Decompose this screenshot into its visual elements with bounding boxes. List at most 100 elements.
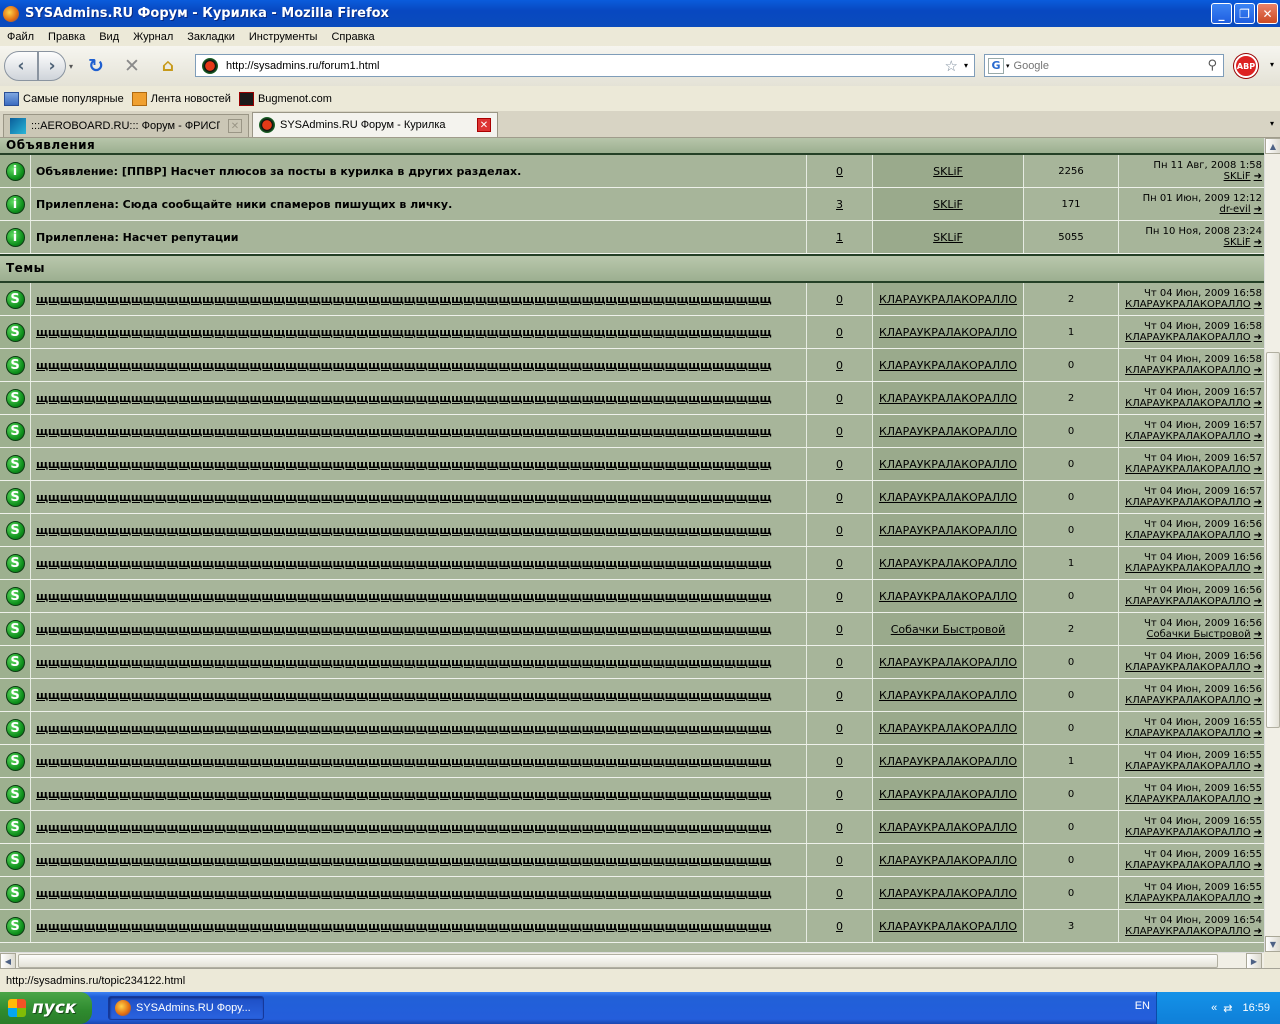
author-link[interactable]: Собачки Быстровой xyxy=(873,613,1024,645)
topic-title-link[interactable]: щщщщщщщщщщщщщщщщщщщщщщщщщщщщщщщщщщщщщщщщ… xyxy=(36,590,772,603)
go-to-post-icon[interactable]: ➜ xyxy=(1254,761,1262,772)
replies-count[interactable]: 0 xyxy=(807,778,873,810)
author-link[interactable]: КЛАРАУКРАЛАКОРАЛЛО xyxy=(873,580,1024,612)
author-link[interactable]: КЛАРАУКРАЛАКОРАЛЛО xyxy=(873,316,1024,348)
vertical-scrollbar[interactable]: ▲ ▼ xyxy=(1264,138,1280,952)
last-post-user[interactable]: КЛАРАУКРАЛАКОРАЛЛО xyxy=(1125,398,1251,409)
topic-title-link[interactable]: щщщщщщщщщщщщщщщщщщщщщщщщщщщщщщщщщщщщщщщщ… xyxy=(36,887,772,900)
last-post-user[interactable]: КЛАРАУКРАЛАКОРАЛЛО xyxy=(1125,497,1251,508)
last-post-user[interactable]: КЛАРАУКРАЛАКОРАЛЛО xyxy=(1125,563,1251,574)
replies-count[interactable]: 0 xyxy=(807,155,873,187)
replies-count[interactable]: 0 xyxy=(807,580,873,612)
vertical-scroll-thumb[interactable] xyxy=(1266,352,1280,728)
replies-count[interactable]: 0 xyxy=(807,910,873,942)
replies-count[interactable]: 0 xyxy=(807,481,873,513)
topic-title-link[interactable]: Прилеплена: Сюда сообщайте ники спамеров… xyxy=(36,198,452,211)
topic-title-link[interactable]: щщщщщщщщщщщщщщщщщщщщщщщщщщщщщщщщщщщщщщщщ… xyxy=(36,788,772,801)
author-link[interactable]: КЛАРАУКРАЛАКОРАЛЛО xyxy=(873,382,1024,414)
last-post-user[interactable]: КЛАРАУКРАЛАКОРАЛЛО xyxy=(1125,926,1251,937)
last-post-user[interactable]: КЛАРАУКРАЛАКОРАЛЛО xyxy=(1125,827,1251,838)
author-link[interactable]: КЛАРАУКРАЛАКОРАЛЛО xyxy=(873,514,1024,546)
author-link[interactable]: КЛАРАУКРАЛАКОРАЛЛО xyxy=(873,448,1024,480)
topic-title-link[interactable]: щщщщщщщщщщщщщщщщщщщщщщщщщщщщщщщщщщщщщщщщ… xyxy=(36,557,772,570)
replies-count[interactable]: 1 xyxy=(807,221,873,253)
menu-history[interactable]: Журнал xyxy=(126,31,180,43)
url-bar[interactable]: ☆ ▾ xyxy=(195,54,975,77)
author-link[interactable]: КЛАРАУКРАЛАКОРАЛЛО xyxy=(873,481,1024,513)
back-button[interactable]: ‹ xyxy=(4,51,38,81)
topic-title-link[interactable]: щщщщщщщщщщщщщщщщщщщщщщщщщщщщщщщщщщщщщщщщ… xyxy=(36,656,772,669)
menu-view[interactable]: Вид xyxy=(92,31,126,43)
stop-icon[interactable]: ✕ xyxy=(119,53,145,79)
go-to-post-icon[interactable]: ➜ xyxy=(1254,497,1262,508)
last-post-user[interactable]: КЛАРАУКРАЛАКОРАЛЛО xyxy=(1125,596,1251,607)
go-to-post-icon[interactable]: ➜ xyxy=(1254,695,1262,706)
close-tab-icon[interactable]: ✕ xyxy=(477,118,491,132)
go-to-post-icon[interactable]: ➜ xyxy=(1254,794,1262,805)
replies-count[interactable]: 3 xyxy=(807,188,873,220)
author-link[interactable]: КЛАРАУКРАЛАКОРАЛЛО xyxy=(873,844,1024,876)
list-all-tabs-icon[interactable]: ▾ xyxy=(1270,119,1274,128)
author-link[interactable]: КЛАРАУКРАЛАКОРАЛЛО xyxy=(873,349,1024,381)
replies-count[interactable]: 0 xyxy=(807,448,873,480)
tab-sysadmins[interactable]: SYSAdmins.RU Форум - Курилка ✕ xyxy=(252,112,498,137)
go-to-post-icon[interactable]: ➜ xyxy=(1254,860,1262,871)
replies-count[interactable]: 0 xyxy=(807,712,873,744)
menu-bookmarks[interactable]: Закладки xyxy=(180,31,242,43)
replies-count[interactable]: 0 xyxy=(807,547,873,579)
last-post-user[interactable]: КЛАРАУКРАЛАКОРАЛЛО xyxy=(1125,332,1251,343)
taskbar-item-firefox[interactable]: SYSAdmins.RU Фору... xyxy=(108,996,264,1020)
topic-title-link[interactable]: щщщщщщщщщщщщщщщщщщщщщщщщщщщщщщщщщщщщщщщщ… xyxy=(36,359,772,372)
go-to-post-icon[interactable]: ➜ xyxy=(1254,204,1262,215)
scroll-left-icon[interactable]: ◀ xyxy=(0,953,16,969)
topic-title-link[interactable]: щщщщщщщщщщщщщщщщщщщщщщщщщщщщщщщщщщщщщщщщ… xyxy=(36,722,772,735)
url-input[interactable] xyxy=(226,59,945,72)
scroll-up-icon[interactable]: ▲ xyxy=(1265,138,1280,154)
last-post-user[interactable]: SKLiF xyxy=(1224,237,1251,248)
last-post-user[interactable]: КЛАРАУКРАЛАКОРАЛЛО xyxy=(1125,728,1251,739)
go-to-post-icon[interactable]: ➜ xyxy=(1254,464,1262,475)
go-to-post-icon[interactable]: ➜ xyxy=(1254,431,1262,442)
search-engine-icon[interactable]: G xyxy=(988,57,1004,74)
go-to-post-icon[interactable]: ➜ xyxy=(1254,629,1262,640)
search-icon[interactable]: ⚲ xyxy=(1207,58,1217,73)
last-post-user[interactable]: КЛАРАУКРАЛАКОРАЛЛО xyxy=(1125,893,1251,904)
reload-icon[interactable]: ↻ xyxy=(83,53,109,79)
forward-button[interactable]: › xyxy=(38,51,66,81)
replies-count[interactable]: 0 xyxy=(807,283,873,315)
author-link[interactable]: КЛАРАУКРАЛАКОРАЛЛО xyxy=(873,283,1024,315)
replies-count[interactable]: 0 xyxy=(807,745,873,777)
go-to-post-icon[interactable]: ➜ xyxy=(1254,827,1262,838)
url-dropdown-icon[interactable]: ▾ xyxy=(964,61,968,70)
topic-title-link[interactable]: щщщщщщщщщщщщщщщщщщщщщщщщщщщщщщщщщщщщщщщщ… xyxy=(36,623,772,636)
menu-file[interactable]: Файл xyxy=(0,31,41,43)
menu-tools[interactable]: Инструменты xyxy=(242,31,325,43)
menu-edit[interactable]: Правка xyxy=(41,31,92,43)
tray-expand-icon[interactable]: « xyxy=(1211,1002,1217,1014)
bookmark-star-icon[interactable]: ☆ xyxy=(945,57,958,75)
replies-count[interactable]: 0 xyxy=(807,679,873,711)
replies-count[interactable]: 0 xyxy=(807,811,873,843)
topic-title-link[interactable]: щщщщщщщщщщщщщщщщщщщщщщщщщщщщщщщщщщщщщщщщ… xyxy=(36,821,772,834)
search-bar[interactable]: G ▾ ⚲ xyxy=(984,54,1224,77)
go-to-post-icon[interactable]: ➜ xyxy=(1254,237,1262,248)
horizontal-scrollbar[interactable]: ◀ ▶ xyxy=(0,952,1264,969)
topic-title-link[interactable]: щщщщщщщщщщщщщщщщщщщщщщщщщщщщщщщщщщщщщщщщ… xyxy=(36,854,772,867)
bookmark-news-feed[interactable]: Лента новостей xyxy=(131,91,231,106)
replies-count[interactable]: 0 xyxy=(807,646,873,678)
replies-count[interactable]: 0 xyxy=(807,844,873,876)
home-icon[interactable]: ⌂ xyxy=(155,53,181,79)
topic-title-link[interactable]: щщщщщщщщщщщщщщщщщщщщщщщщщщщщщщщщщщщщщщщщ… xyxy=(36,458,772,471)
topic-title-link[interactable]: щщщщщщщщщщщщщщщщщщщщщщщщщщщщщщщщщщщщщщщщ… xyxy=(36,920,772,933)
menu-help[interactable]: Справка xyxy=(324,31,381,43)
replies-count[interactable]: 0 xyxy=(807,316,873,348)
author-link[interactable]: КЛАРАУКРАЛАКОРАЛЛО xyxy=(873,778,1024,810)
go-to-post-icon[interactable]: ➜ xyxy=(1254,332,1262,343)
go-to-post-icon[interactable]: ➜ xyxy=(1254,893,1262,904)
author-link[interactable]: КЛАРАУКРАЛАКОРАЛЛО xyxy=(873,415,1024,447)
go-to-post-icon[interactable]: ➜ xyxy=(1254,926,1262,937)
network-icon[interactable]: ⇄ xyxy=(1223,1002,1232,1015)
topic-title-link[interactable]: щщщщщщщщщщщщщщщщщщщщщщщщщщщщщщщщщщщщщщщщ… xyxy=(36,425,772,438)
topic-title-link[interactable]: щщщщщщщщщщщщщщщщщщщщщщщщщщщщщщщщщщщщщщщщ… xyxy=(36,689,772,702)
last-post-user[interactable]: КЛАРАУКРАЛАКОРАЛЛО xyxy=(1125,794,1251,805)
